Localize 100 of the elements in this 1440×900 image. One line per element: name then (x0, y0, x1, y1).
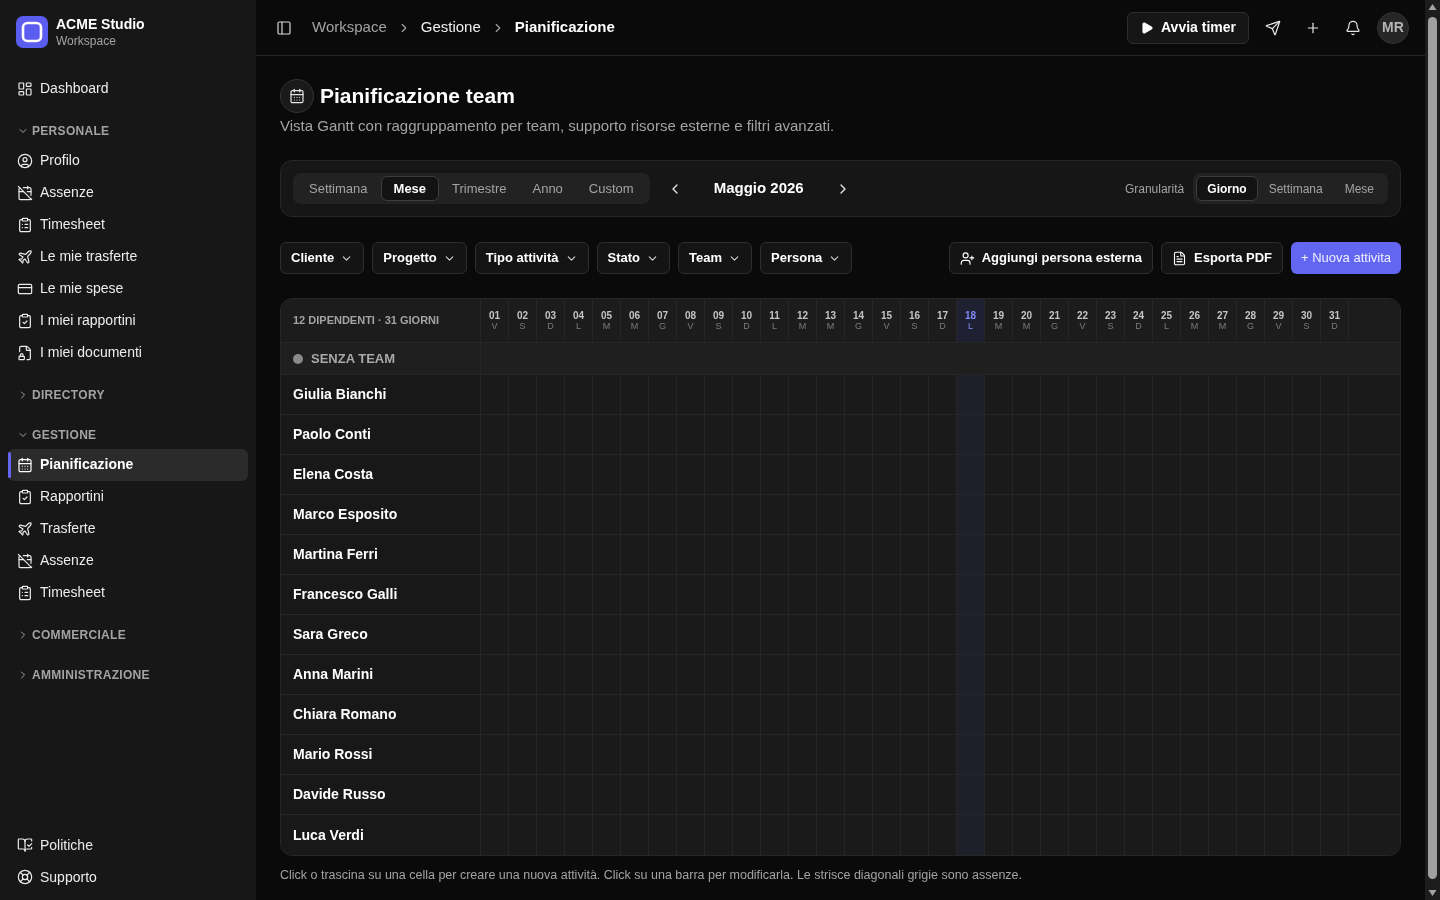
sidebar-item[interactable]: Le mie trasferte (8, 240, 248, 273)
clipboard-check-icon (17, 488, 33, 505)
day-column-header: 19 M (985, 299, 1013, 342)
day-column-header: 23 S (1097, 299, 1125, 342)
start-timer-button[interactable]: Avvia timer (1127, 11, 1249, 44)
sidebar-item[interactable]: Pianificazione (8, 448, 248, 481)
day-column-header: 05 M (593, 299, 621, 342)
breadcrumb-link[interactable]: Workspace (312, 16, 387, 39)
sidebar-item[interactable]: Trasferte (8, 512, 248, 545)
calendar-off-icon (17, 184, 33, 201)
person-name: Paolo Conti (293, 425, 371, 444)
day-column-header: 08 V (677, 299, 705, 342)
day-column-header: 16 S (901, 299, 929, 342)
day-column-header: 09 S (705, 299, 733, 342)
dashboard-grid-icon (17, 80, 33, 97)
day-column-header: 25 L (1153, 299, 1181, 342)
person-name: Chiara Romano (293, 705, 397, 724)
day-column-header: 31 D (1321, 299, 1349, 342)
filter-dropdown[interactable]: Persona (760, 242, 853, 274)
sidebar-item[interactable]: I miei documenti (8, 336, 248, 369)
life-buoy-icon (17, 869, 33, 885)
day-column-header: 22 V (1069, 299, 1097, 342)
page-scrollbar[interactable] (1425, 0, 1440, 900)
sidebar-item[interactable]: Politiche (8, 829, 248, 861)
add-external-person-button[interactable]: Aggiungi persona esterna (948, 242, 1153, 274)
user-avatar[interactable]: MR (1377, 11, 1409, 44)
book-check-icon (17, 837, 33, 853)
segment-tab[interactable]: Giorno (1196, 176, 1258, 201)
day-column-header: 21 G (1041, 299, 1069, 342)
logo-icon (16, 16, 48, 49)
page-subtitle: Vista Gantt con raggruppamento per team, supporto risorse esterne e filtri avanzati. (280, 116, 836, 136)
plane-icon (17, 520, 33, 537)
bell-icon (1345, 19, 1361, 36)
filter-dropdown[interactable]: Team (678, 242, 752, 274)
segment-tab[interactable]: Settimana (1257, 176, 1334, 201)
filter-dropdown[interactable]: Cliente (280, 242, 365, 274)
segment-tab[interactable]: Settimana (296, 176, 381, 201)
day-column-header: 11 L (761, 299, 789, 342)
breadcrumb-link[interactable]: Gestione (420, 16, 481, 39)
person-name: Mario Rossi (293, 745, 373, 764)
day-column-header: 30 S (1293, 299, 1321, 342)
clipboard-check-icon (17, 312, 33, 329)
sidebar-item[interactable]: I miei rapportini (8, 304, 248, 337)
section-header[interactable]: PERSONALE (8, 116, 248, 145)
segment-tab[interactable]: Mese (1333, 176, 1385, 201)
day-column-header: 14 G (845, 299, 873, 342)
filter-dropdown[interactable]: Progetto (372, 242, 467, 274)
day-column-header: 03 D (537, 299, 565, 342)
sidebar-item[interactable]: Le mie spese (8, 272, 248, 305)
sidebar-item[interactable]: Timesheet (8, 576, 248, 609)
segment-tab[interactable]: Anno (519, 176, 576, 201)
sidebar-item[interactable]: Profilo (8, 144, 248, 177)
export-pdf-button[interactable]: Esporta PDF (1161, 242, 1284, 274)
help-text: Click o trascina su una cella per creare una nuova attività. Click su una barra per modificarla. Le strisce diagonali grigie sono assenze. (280, 867, 1024, 883)
group-label: SENZA TEAM (311, 349, 396, 368)
person-name: Anna Marini (293, 665, 374, 684)
file-lock-icon (17, 344, 33, 361)
day-column-header: 10 D (733, 299, 761, 342)
sidebar-item[interactable]: Timesheet (8, 208, 248, 241)
panel-left-icon (276, 19, 292, 36)
day-column-header: 01 V (481, 299, 509, 342)
sidebar-item[interactable]: Assenze (8, 544, 248, 577)
day-column-header: 06 M (621, 299, 649, 342)
day-column-header: 29 V (1265, 299, 1293, 342)
day-column-header: 07 G (649, 299, 677, 342)
section-header[interactable]: COMMERCIALE (8, 620, 248, 649)
granularity-label: Granularità (1124, 180, 1185, 198)
person-name: Francesco Galli (293, 585, 398, 604)
filter-dropdown[interactable]: Tipo attività (474, 242, 589, 274)
sidebar-item[interactable]: Rapportini (8, 480, 248, 513)
day-column-header: 15 V (873, 299, 901, 342)
brand-name: ACME Studio (56, 16, 145, 34)
user-plus-icon (959, 250, 975, 266)
plane-icon (17, 248, 33, 265)
day-column-header: 24 D (1125, 299, 1153, 342)
document-icon (1172, 250, 1187, 266)
new-activity-button[interactable]: + Nuova attivita (1291, 242, 1401, 274)
sidebar-item[interactable]: Dashboard (8, 72, 248, 105)
person-name: Marco Esposito (293, 505, 398, 524)
breadcrumb-link[interactable]: Pianificazione (514, 16, 615, 39)
filter-dropdown[interactable]: Stato (596, 242, 670, 274)
clipboard-list-icon (17, 216, 33, 233)
section-header[interactable]: AMMINISTRAZIONE (8, 660, 248, 689)
day-column-header: 13 M (817, 299, 845, 342)
section-header[interactable]: GESTIONE (8, 420, 248, 449)
person-name: Sara Greco (293, 625, 368, 644)
play-icon (1140, 20, 1155, 35)
sidebar-item[interactable]: Supporto (8, 861, 248, 893)
segment-tab[interactable]: Trimestre (439, 176, 520, 201)
day-column-header: 04 L (565, 299, 593, 342)
segment-tab[interactable]: Mese (380, 176, 440, 201)
calendar-off-icon (17, 552, 33, 569)
segment-tab[interactable]: Custom (575, 176, 647, 201)
person-name: Elena Costa (293, 465, 374, 484)
day-column-header: 26 M (1181, 299, 1209, 342)
section-header[interactable]: DIRECTORY (8, 380, 248, 409)
sidebar-item[interactable]: Assenze (8, 176, 248, 209)
send-icon (1265, 19, 1281, 36)
person-name: Martina Ferri (293, 545, 378, 564)
day-column-header: 20 M (1013, 299, 1041, 342)
